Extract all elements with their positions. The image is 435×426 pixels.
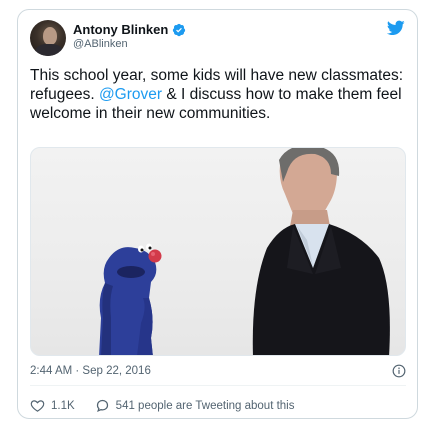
tweet-actions: 1.1K 541 people are Tweeting about this [30,398,294,413]
author-handle[interactable]: @ABlinken [73,38,128,50]
heart-icon [30,400,45,412]
man-in-suit [252,148,390,355]
grover-puppet [99,243,162,355]
tweet-text: This school year, some kids will have ne… [30,66,408,123]
twitter-bird-icon[interactable] [387,20,405,36]
author-avatar[interactable] [30,20,66,56]
video-scene [99,148,390,355]
tweet-video-thumbnail[interactable] [30,147,406,356]
like-button[interactable]: 1.1K [30,398,75,413]
verified-badge-icon [173,23,186,36]
comment-icon [96,399,108,412]
author-display-name[interactable]: Antony Blinken [73,22,168,37]
avatar-face [43,27,57,45]
tweeting-about-text: 541 people are Tweeting about this [115,399,295,412]
tweet-card[interactable]: Antony Blinken @ABlinken This school yea… [17,9,418,419]
like-count: 1.1K [51,399,75,412]
tweet-timestamp[interactable]: 2:44 AM · Sep 22, 2016 [30,365,151,377]
divider [30,385,406,386]
mention-link[interactable]: @Grover [99,86,162,103]
avatar-body [35,44,63,56]
info-icon[interactable] [392,364,406,378]
author-name-row[interactable]: Antony Blinken [73,22,186,37]
tweeting-about-link[interactable]: 541 people are Tweeting about this [95,398,295,413]
tweet-meta-row: 2:44 AM · Sep 22, 2016 [30,364,408,378]
